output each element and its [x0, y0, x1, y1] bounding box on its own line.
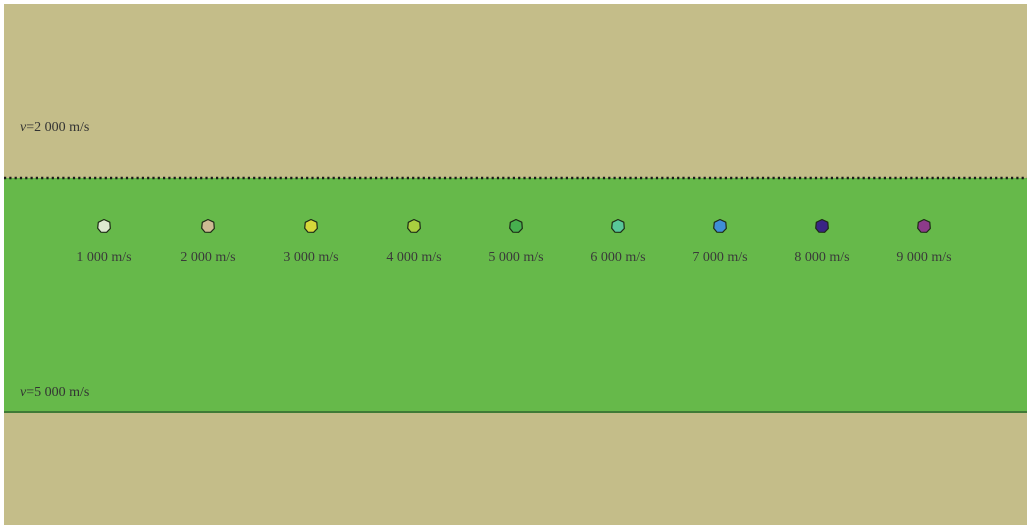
marker-dot-icon	[97, 218, 111, 233]
velocity-marker: 5 000 m/s	[464, 218, 568, 266]
marker-shape	[407, 218, 421, 233]
marker-label: 7 000 m/s	[692, 250, 748, 265]
velocity-marker: 2 000 m/s	[156, 218, 260, 266]
middle-layer	[4, 178, 1027, 412]
marker-shape	[97, 218, 111, 233]
velocity-marker: 1 000 m/s	[52, 218, 156, 266]
marker-label: 1 000 m/s	[76, 250, 132, 265]
marker-dot-icon	[407, 218, 421, 233]
marker-label: 9 000 m/s	[896, 250, 952, 265]
marker-label: 2 000 m/s	[180, 250, 236, 265]
velocity-marker: 8 000 m/s	[770, 218, 874, 266]
upper-layer-velocity-label: v=2 000 m/s	[20, 120, 89, 136]
marker-label: 8 000 m/s	[794, 250, 850, 265]
marker-dot-icon	[304, 218, 318, 233]
upper-layer	[4, 4, 1027, 178]
marker-label: 3 000 m/s	[283, 250, 339, 265]
velocity-marker: 4 000 m/s	[362, 218, 466, 266]
marker-shape	[509, 218, 523, 233]
velocity-model-diagram: v=2 000 m/s v=5 000 m/s 1 000 m/s 2 000 m…	[4, 4, 1027, 525]
marker-dot-icon	[201, 218, 215, 233]
marker-shape	[304, 218, 318, 233]
middle-velocity-value: =5 000 m/s	[26, 385, 90, 400]
marker-dot-icon	[509, 218, 523, 233]
marker-dot-icon	[713, 218, 727, 233]
marker-dot-icon	[611, 218, 625, 233]
velocity-marker: 3 000 m/s	[259, 218, 363, 266]
marker-label: 6 000 m/s	[590, 250, 646, 265]
marker-shape	[713, 218, 727, 233]
marker-shape	[815, 218, 829, 233]
solid-interface-line	[4, 411, 1027, 413]
upper-velocity-value: =2 000 m/s	[26, 120, 90, 135]
velocity-marker: 7 000 m/s	[668, 218, 772, 266]
velocity-marker: 6 000 m/s	[566, 218, 670, 266]
marker-dot-icon	[815, 218, 829, 233]
marker-dot-icon	[917, 218, 931, 233]
marker-label: 5 000 m/s	[488, 250, 544, 265]
marker-shape	[917, 218, 931, 233]
marker-label: 4 000 m/s	[386, 250, 442, 265]
dotted-interface-line	[4, 176, 1027, 180]
lower-layer	[4, 412, 1027, 525]
middle-layer-velocity-label: v=5 000 m/s	[20, 385, 89, 401]
velocity-marker: 9 000 m/s	[872, 218, 976, 266]
marker-shape	[201, 218, 215, 233]
marker-shape	[611, 218, 625, 233]
